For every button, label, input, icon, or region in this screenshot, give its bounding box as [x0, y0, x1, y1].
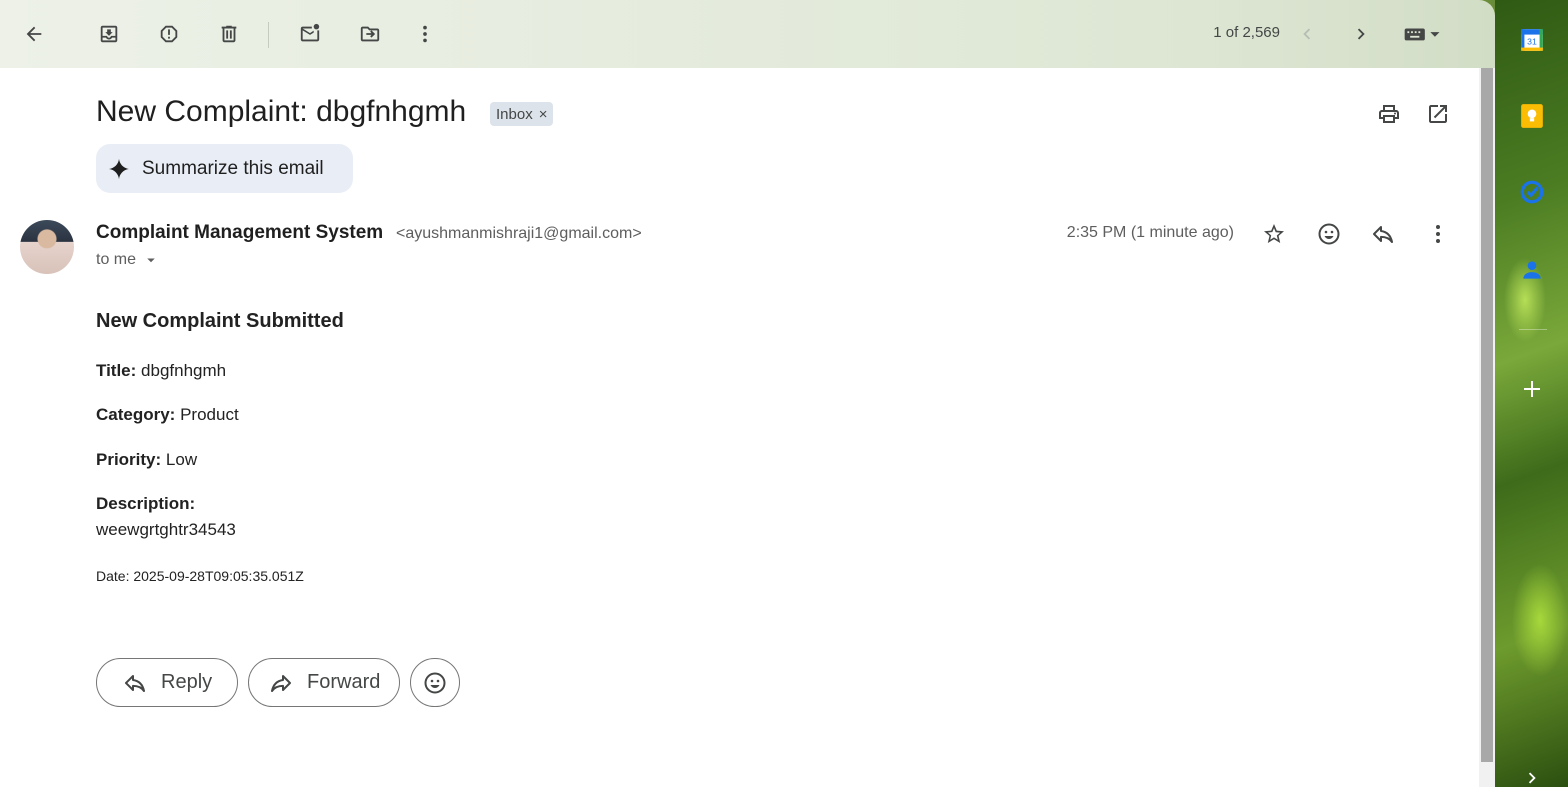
more-vert-icon[interactable] — [405, 14, 445, 54]
tasks-icon[interactable] — [1517, 177, 1547, 207]
side-panel-divider — [1519, 329, 1547, 330]
description-label: Description: — [96, 494, 196, 513]
category-row: Category: Product — [96, 405, 239, 425]
pager-count: 1 of 2,569 — [1213, 24, 1280, 41]
title-label: Title: — [96, 361, 137, 380]
sparkle-icon — [108, 158, 130, 179]
expand-side-panel-icon[interactable] — [1517, 763, 1547, 787]
forward-label: Forward — [307, 671, 381, 693]
forward-button[interactable]: Forward — [248, 658, 400, 707]
reply-arrow-icon — [125, 674, 145, 692]
calendar-icon[interactable]: 31 — [1517, 25, 1547, 55]
summarize-label: Summarize this email — [142, 157, 324, 179]
add-addon-icon[interactable] — [1517, 374, 1547, 404]
sender-email: <ayushmanmishraji1@gmail.com> — [396, 225, 642, 242]
print-icon[interactable] — [1371, 96, 1407, 132]
archive-icon[interactable] — [89, 14, 129, 54]
delete-icon[interactable] — [209, 14, 249, 54]
title-row: Title: dbgfnhgmh — [96, 361, 226, 381]
keep-icon[interactable] — [1517, 101, 1547, 131]
priority-label: Priority: — [96, 450, 162, 469]
priority-row: Priority: Low — [96, 450, 197, 470]
keyboard-icon[interactable] — [1396, 14, 1450, 54]
mark-unread-icon[interactable] — [290, 14, 330, 54]
priority-value: Low — [165, 450, 198, 469]
summarize-button[interactable]: Summarize this email — [96, 144, 353, 193]
scrollbar-thumb[interactable] — [1481, 68, 1493, 762]
prev-icon[interactable] — [1287, 14, 1327, 54]
reply-label: Reply — [161, 671, 213, 693]
label-text: Inbox — [496, 105, 533, 123]
message-toolbar: 1 of 2,569 — [0, 0, 1495, 68]
category-label: Category: — [96, 405, 176, 424]
contacts-icon[interactable] — [1517, 255, 1547, 285]
email-timestamp: 2:35 PM (1 minute ago) — [1066, 224, 1234, 241]
emoji-icon — [424, 672, 446, 693]
category-value: Product — [180, 405, 239, 424]
move-to-icon[interactable] — [350, 14, 390, 54]
email-subject: New Complaint: dbgfnhgmh — [96, 95, 467, 128]
sender-avatar[interactable] — [20, 220, 74, 274]
more-options-icon[interactable] — [1420, 216, 1456, 252]
remove-label-icon[interactable]: × — [539, 106, 548, 123]
emoji-reaction-button[interactable] — [410, 658, 460, 707]
back-arrow-icon[interactable] — [14, 14, 54, 54]
recipient-details[interactable]: to me — [96, 251, 160, 269]
forward-arrow-icon — [271, 674, 291, 692]
emoji-react-icon[interactable] — [1311, 216, 1347, 252]
inbox-label-chip[interactable]: Inbox × — [490, 102, 554, 126]
star-icon[interactable] — [1256, 216, 1292, 252]
description-label-row: Description: — [96, 494, 195, 514]
report-spam-icon[interactable] — [149, 14, 189, 54]
reply-icon[interactable] — [1365, 216, 1401, 252]
next-icon[interactable] — [1341, 14, 1381, 54]
reply-button[interactable]: Reply — [96, 658, 238, 707]
calendar-day: 31 — [1527, 36, 1537, 46]
sender-name[interactable]: Complaint Management System — [96, 222, 383, 244]
body-heading: New Complaint Submitted — [96, 310, 344, 332]
open-new-window-icon[interactable] — [1420, 96, 1456, 132]
to-me-label: to me — [96, 251, 137, 268]
toolbar-divider — [268, 22, 269, 48]
description-value: weewgrtghtr34543 — [96, 520, 236, 539]
title-value: dbgfnhgmh — [141, 361, 227, 380]
date-line: Date: 2025-09-28T09:05:35.051Z — [96, 568, 304, 584]
chevron-down-icon — [147, 258, 155, 263]
